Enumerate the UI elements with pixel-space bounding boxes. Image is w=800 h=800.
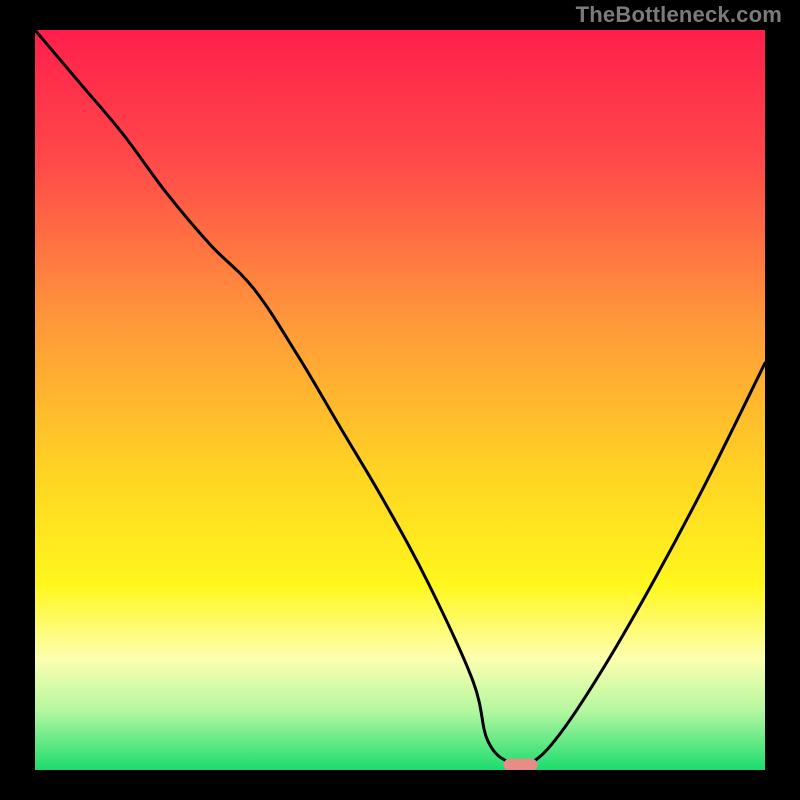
watermark-text: TheBottleneck.com <box>576 2 782 28</box>
gradient-background <box>35 30 765 770</box>
plot-area <box>35 30 765 770</box>
bottleneck-chart <box>35 30 765 770</box>
minimum-marker <box>504 759 538 770</box>
chart-frame: TheBottleneck.com <box>0 0 800 800</box>
